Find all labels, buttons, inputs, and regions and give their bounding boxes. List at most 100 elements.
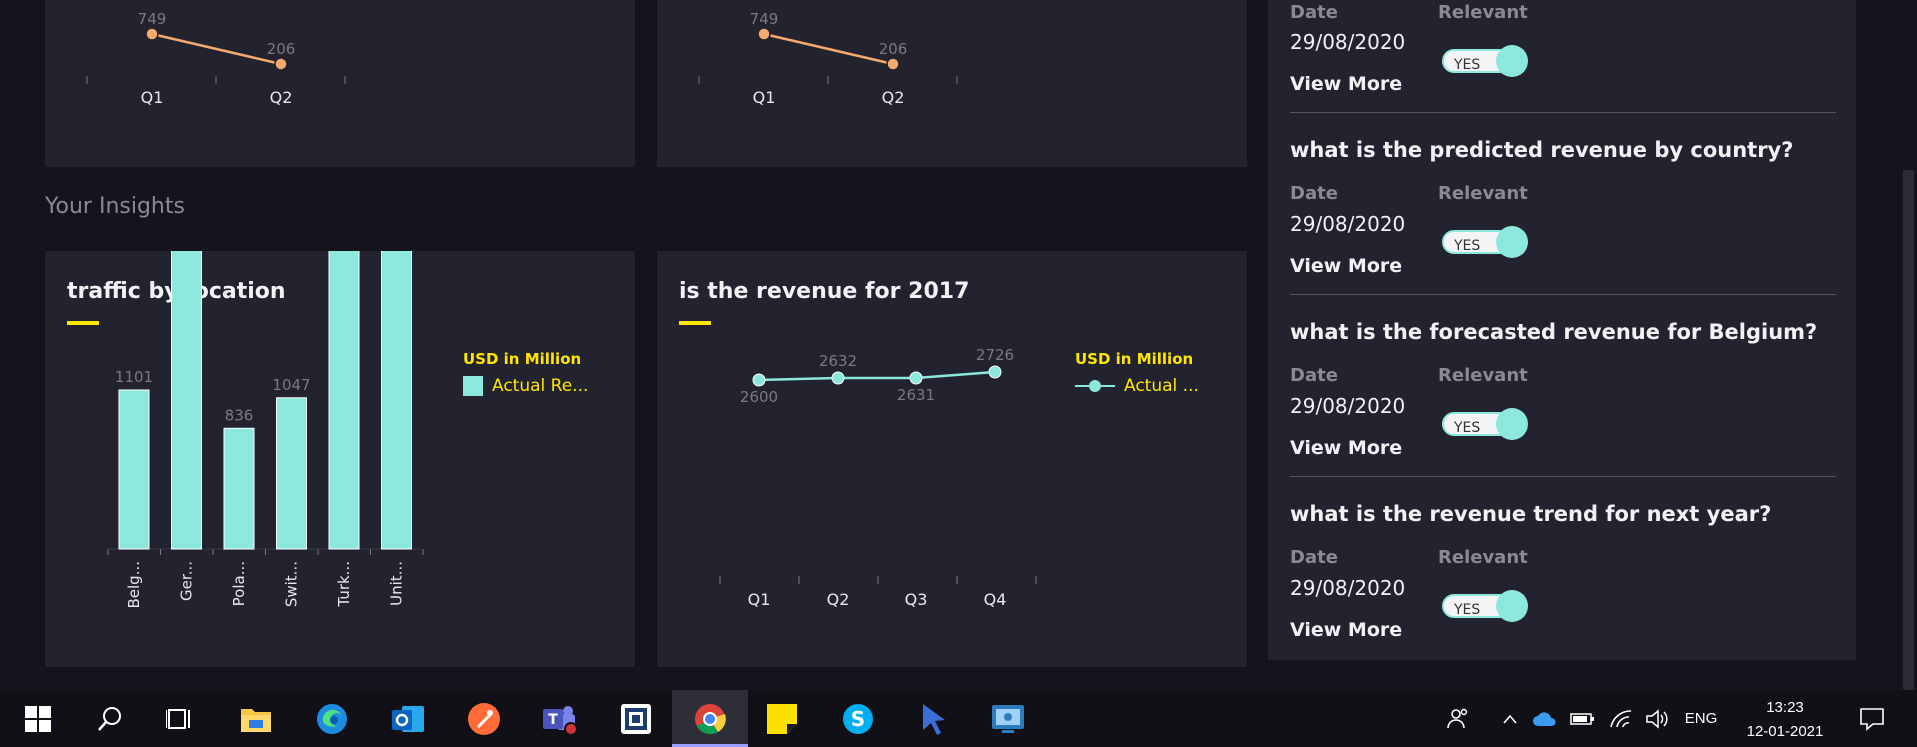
battery-button[interactable] [1568,690,1598,747]
data-label: 206 [267,40,296,58]
teams-button[interactable]: T [522,690,598,747]
chart-legend: USD in Million Actual Re... [463,350,588,396]
show-hidden-icons-button[interactable] [1498,690,1522,747]
sticky-notes-button[interactable] [744,690,820,747]
view-more-link[interactable]: View More [1290,73,1402,95]
sticky-notes-icon [767,703,797,734]
cursor-app-button[interactable] [896,690,972,747]
legend-item[interactable]: Actual ... [1075,376,1199,396]
date-value: 29/08/2020 [1290,212,1406,236]
search-button[interactable] [72,690,148,747]
bar [118,389,150,550]
edge-button[interactable] [294,690,370,747]
taskbar-clock[interactable]: 13:23 12-01-2021 [1730,696,1840,744]
vmware-icon [621,703,651,734]
legend-swatch [463,376,483,396]
x-tick-label: Q2 [827,590,850,609]
task-view-button[interactable] [142,690,218,747]
postman-button[interactable] [446,690,522,747]
skype-icon: S [843,703,873,734]
date-value: 29/08/2020 [1290,394,1406,418]
language-indicator[interactable]: ENG [1680,690,1722,747]
data-label: 749 [750,10,779,28]
people-icon [1447,708,1468,728]
relevant-toggle[interactable]: YES [1442,590,1528,622]
chrome-button[interactable] [672,690,748,747]
toggle-knob [1496,45,1528,77]
series-line [763,32,894,66]
revenue-card: is the revenue for 2017 2600 Q1 2632 Q2 2631… [657,251,1247,667]
bar [276,397,307,550]
toggle-knob [1496,226,1528,258]
data-point [145,27,159,41]
data-point [886,57,900,71]
skype-button[interactable]: S [820,690,896,747]
svg-text:S: S [851,707,865,731]
outlook-button[interactable] [370,690,446,747]
notifications-button[interactable] [1852,690,1892,747]
page-scrollbar[interactable] [1900,0,1917,690]
people-button[interactable] [1440,690,1476,747]
insight-question: what is the revenue trend for next year? [1290,502,1772,526]
legend-label: Actual Re... [492,376,589,396]
x-tick-label: Pola... [230,561,248,606]
date-label: Date [1290,365,1338,386]
date-value: 29/08/2020 [1290,576,1406,600]
data-label: 836 [225,406,254,424]
toggle-text: YES [1454,420,1481,436]
x-tick-label: Unit... [388,561,406,606]
toggle-text: YES [1454,238,1481,254]
chart-legend: USD in Million Actual ... [1075,350,1199,396]
view-more-link[interactable]: View More [1290,255,1402,277]
volume-icon [1646,708,1668,729]
data-point [752,373,766,387]
windows-logo-icon [25,705,51,732]
bar-chart: 1101Belg...2872Ger...836Pola...1047Swit.… [107,251,424,609]
relevant-toggle[interactable]: YES [1442,45,1528,77]
remote-desktop-icon [992,704,1024,733]
x-tick-label: Turk... [335,561,353,608]
wifi-icon [1610,709,1632,727]
onedrive-button[interactable] [1530,690,1560,747]
folder-icon [241,708,271,732]
traffic-card: traffic by location 1101Belg...2872Ger..… [45,251,635,667]
data-label: 2600 [740,388,778,406]
wifi-button[interactable] [1606,690,1636,747]
insight-item: what is the predicted revenue by country… [1290,113,1836,295]
volume-button[interactable] [1642,690,1672,747]
file-explorer-button[interactable] [218,690,294,747]
section-heading: Your Insights [45,194,185,219]
dashboard: 749 Q1 206 Q2 749 Q1 206 Q2 Your Insights traf… [0,0,1917,747]
x-tick-label: Q1 [141,88,164,107]
bar [171,251,202,550]
remote-desktop-button[interactable] [970,690,1046,747]
legend-label: Actual ... [1124,376,1199,396]
bar [223,427,255,550]
onedrive-cloud-icon [1533,711,1556,726]
legend-item[interactable]: Actual Re... [463,376,588,396]
data-label: 1047 [272,376,310,394]
data-label: 2631 [897,386,935,404]
legend-line-marker [1075,376,1115,396]
windows-start-button[interactable] [0,690,76,747]
clock-date: 12-01-2021 [1746,723,1824,740]
data-label: 206 [879,40,908,58]
scrollbar-thumb[interactable] [1903,170,1914,690]
legend-title: USD in Million [1075,350,1194,368]
view-more-link[interactable]: View More [1290,437,1402,459]
view-more-link[interactable]: View More [1290,619,1402,641]
data-label: 2632 [819,352,857,370]
toggle-knob [1496,408,1528,440]
search-icon [98,706,121,731]
battery-icon [1570,712,1594,725]
relevant-toggle[interactable]: YES [1442,408,1528,440]
date-label: Date [1290,2,1338,23]
data-point [988,365,1002,379]
date-label: Date [1290,547,1338,568]
x-tick-label: Q3 [905,590,928,609]
insight-item: Date Relevant 29/08/2020 YES View More [1290,0,1836,113]
data-point [831,371,845,385]
relevant-toggle[interactable]: YES [1442,226,1528,258]
vmware-button[interactable] [598,690,674,747]
relevant-label: Relevant [1438,547,1528,568]
